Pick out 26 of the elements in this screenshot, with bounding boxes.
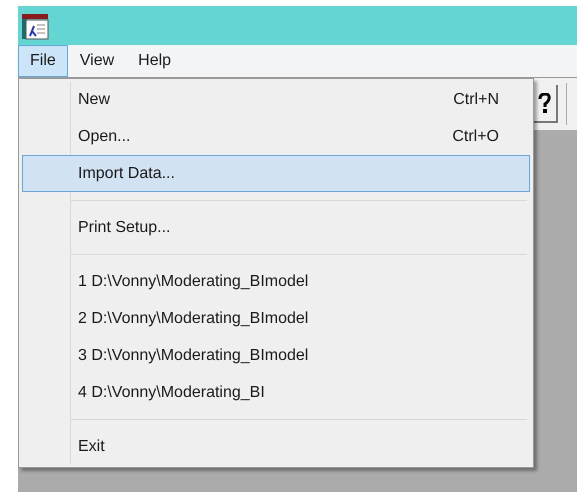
menu-entry-label: Exit: [78, 436, 105, 456]
menu-entry-label: 4 D:\Vonny\Moderating_BI: [78, 382, 265, 402]
menu-entry[interactable]: 1 D:\Vonny\Moderating_BImodel: [22, 263, 530, 300]
menu-entry-label: 3 D:\Vonny\Moderating_BImodel: [78, 346, 308, 366]
help-button[interactable]: [532, 85, 558, 123]
menu-entry-label: Import Data...: [78, 164, 175, 184]
help-icon: [537, 93, 551, 113]
shortcut-text: Ctrl+O: [452, 126, 499, 146]
menu-entry[interactable]: 3 D:\Vonny\Moderating_BImodel: [22, 337, 530, 374]
menu-item[interactable]: View: [68, 45, 126, 77]
app-icon: [21, 12, 49, 40]
menu-item[interactable]: Help: [126, 45, 184, 77]
menu-entry[interactable]: 4 D:\Vonny\Moderating_BI: [22, 374, 530, 411]
menu-entry-label: 2 D:\Vonny\Moderating_BImodel: [78, 308, 308, 328]
menu-item[interactable]: File: [18, 45, 68, 77]
menu-entry-label: New: [78, 90, 110, 110]
menu-entry-label: 1 D:\Vonny\Moderating_BImodel: [78, 272, 308, 292]
menu-entry[interactable]: 2 D:\Vonny\Moderating_BImodel: [22, 300, 530, 337]
menu-entry[interactable]: Print Setup...: [22, 209, 530, 246]
menu-entry[interactable]: Import Data...: [22, 155, 530, 192]
shortcut-text: Ctrl+N: [453, 90, 499, 110]
menu-entry[interactable]: Open... Ctrl+O: [22, 118, 530, 155]
menu-entry[interactable]: Exit: [22, 428, 530, 465]
menu-entry-label: Open...: [78, 126, 130, 146]
menu-entry-label: Print Setup...: [78, 218, 170, 238]
menu-entry[interactable]: New Ctrl+N: [22, 81, 530, 118]
